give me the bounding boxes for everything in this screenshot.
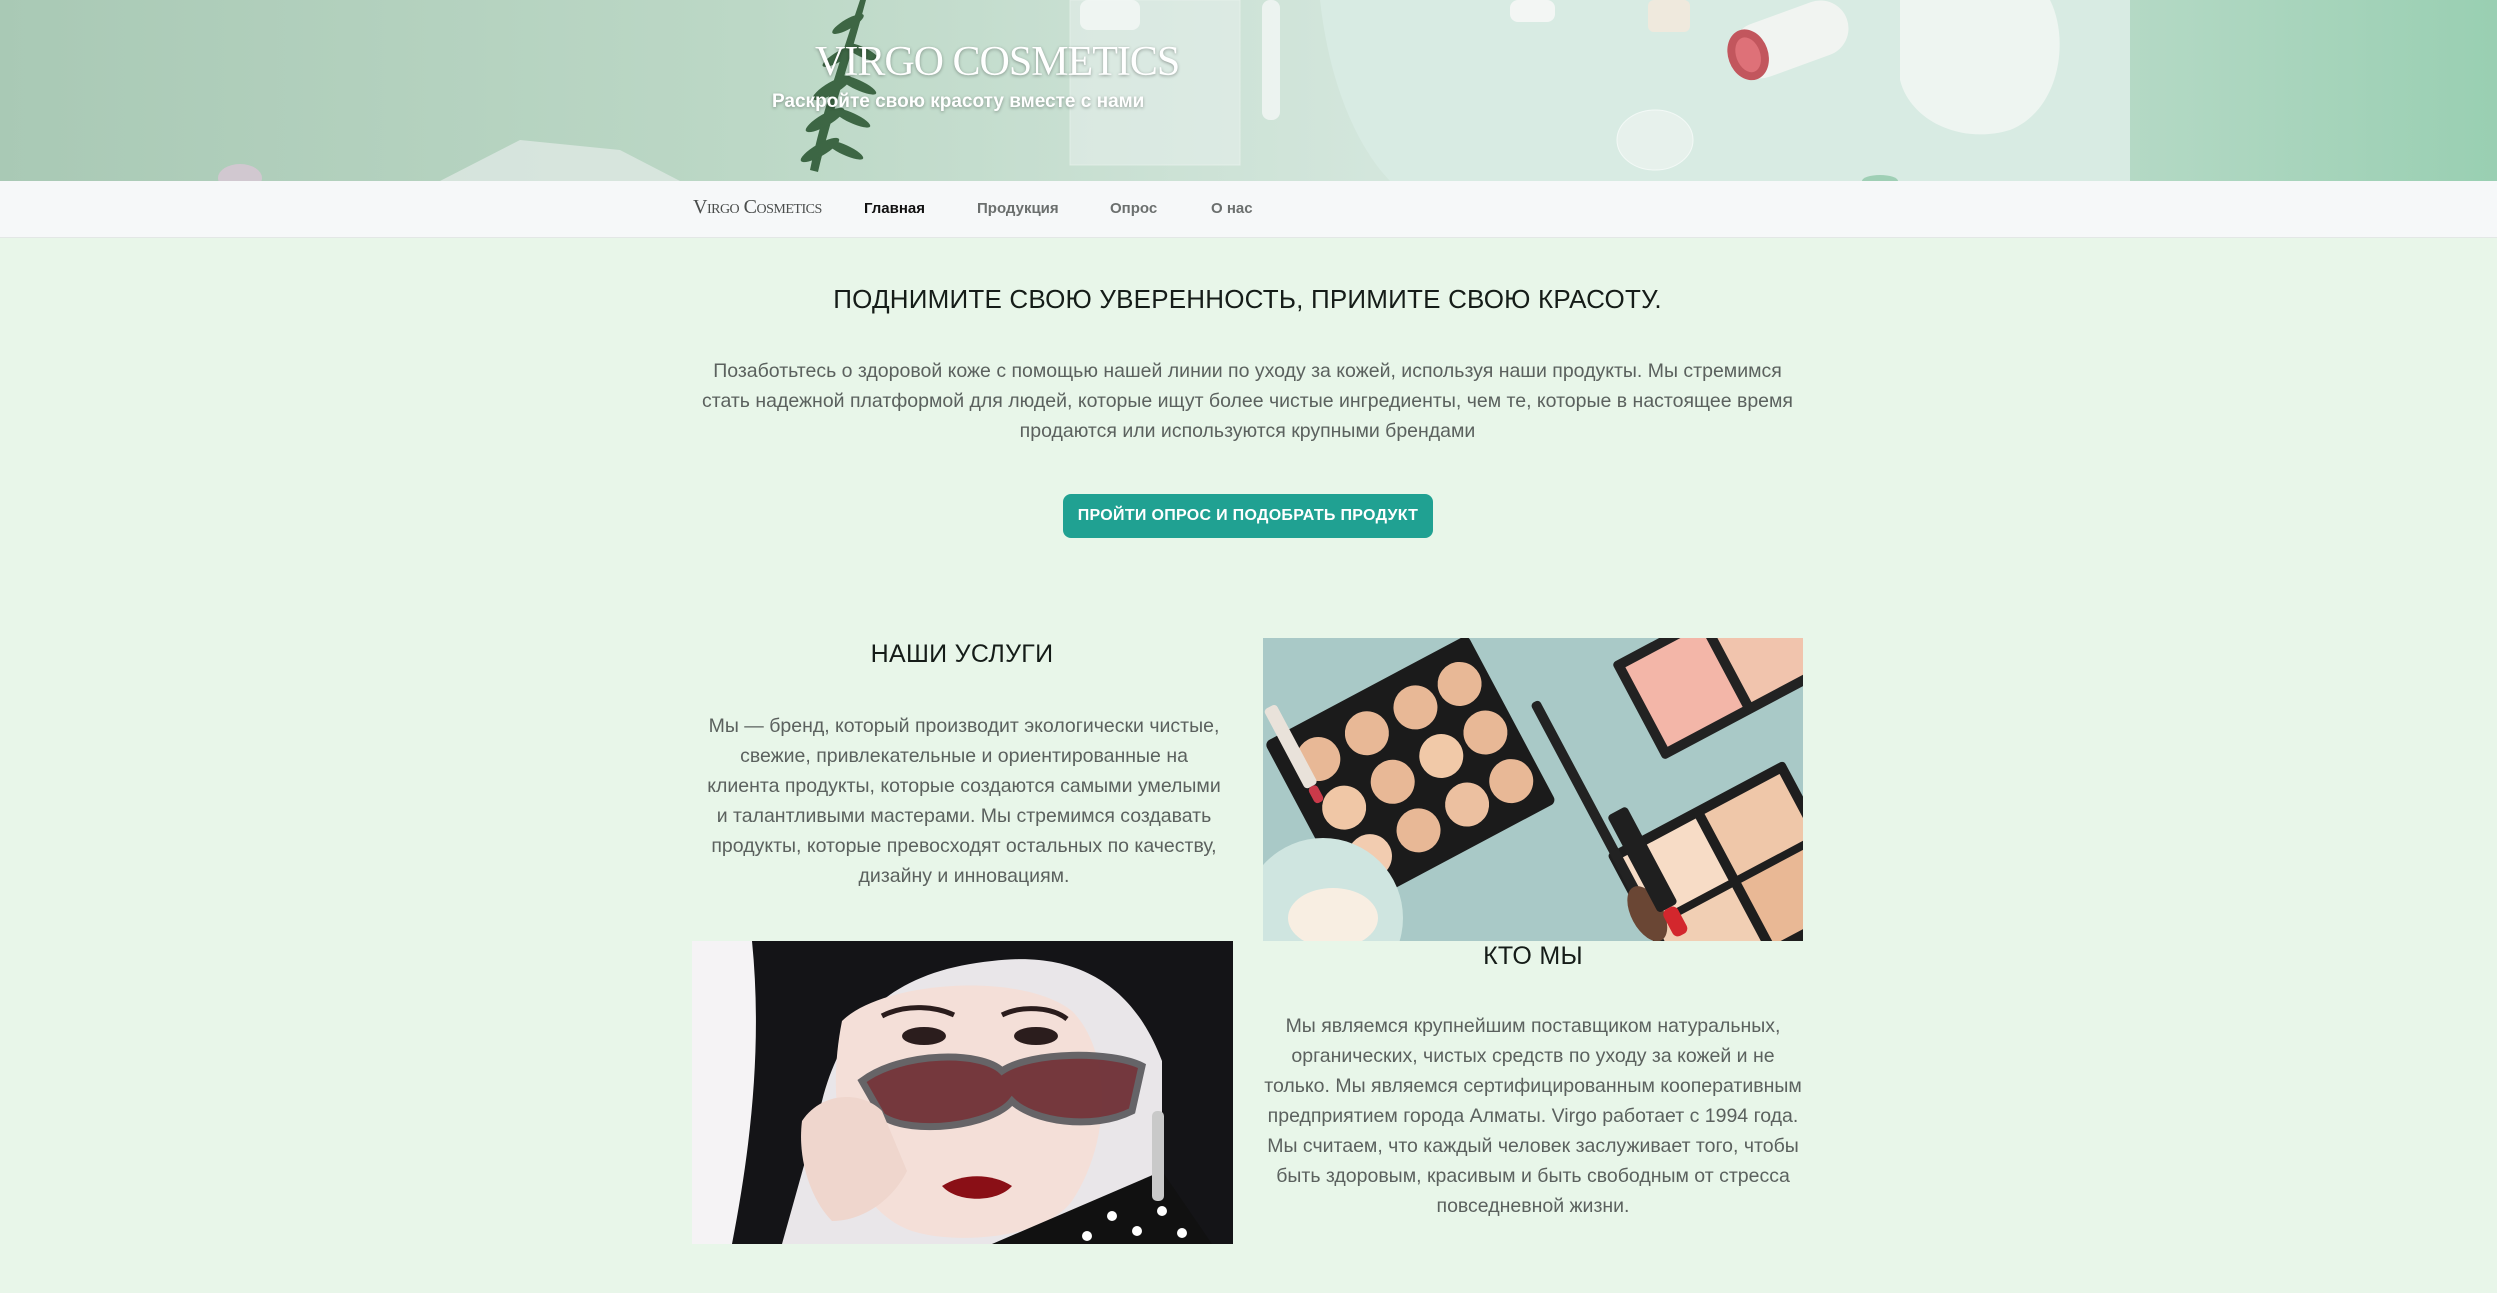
nav-link-home[interactable]: Главная (864, 200, 925, 217)
navbar: Virgo Cosmetics Главная Продукция Опрос … (0, 181, 2497, 238)
hero-banner: VIRGO COSMETICS Раскройте свою красоту в… (0, 0, 2497, 181)
brand-logo-link[interactable]: Virgo Cosmetics (693, 196, 822, 219)
intro-heading: ПОДНИМИТЕ СВОЮ УВЕРЕННОСТЬ, ПРИМИТЕ СВОЮ… (833, 284, 1662, 314)
hero-title: VIRGO COSMETICS (815, 39, 1180, 85)
take-survey-button[interactable]: ПРОЙТИ ОПРОС И ПОДОБРАТЬ ПРОДУКТ (1063, 494, 1433, 538)
hero-subtitle: Раскройте свою красоту вместе с нами (772, 91, 1145, 112)
makeup-palette-image (1263, 638, 1803, 941)
intro-text: Позаботьтесь о здоровой коже с помощью н… (702, 360, 1793, 442)
about-heading: КТО МЫ (1483, 942, 1583, 970)
model-portrait-image (692, 941, 1233, 1244)
nav-link-about[interactable]: О нас (1211, 200, 1253, 217)
hero-background-image (218, 0, 2130, 181)
nav-link-products[interactable]: Продукция (977, 200, 1059, 217)
services-heading: НАШИ УСЛУГИ (870, 640, 1054, 668)
services-text: Мы — бренд, который производит экологиче… (707, 715, 1221, 887)
nav-link-survey[interactable]: Опрос (1110, 200, 1157, 217)
about-text: Мы являемся крупнейшим поставщиком натур… (1264, 1015, 1802, 1217)
